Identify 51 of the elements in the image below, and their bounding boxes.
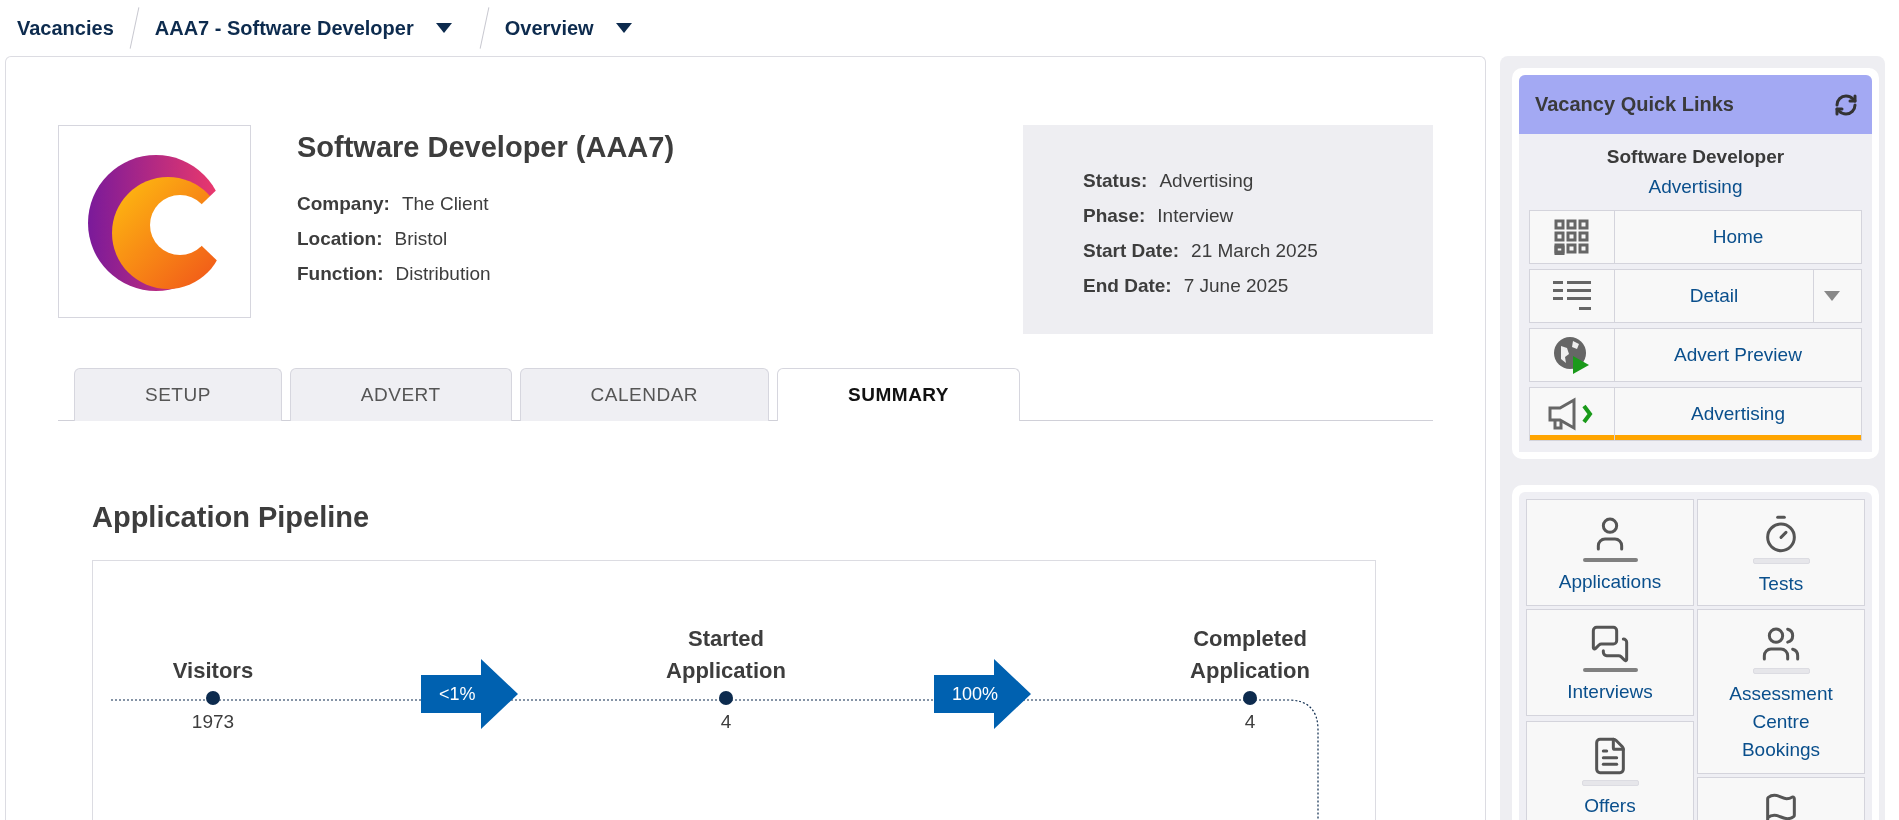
- quick-link[interactable]: Advert Preview: [1615, 329, 1861, 381]
- conversion-rate: 100%: [951, 683, 999, 705]
- module-tile[interactable]: Applications: [1526, 499, 1694, 606]
- module-tile[interactable]: Assessment Centre Bookings: [1697, 609, 1865, 774]
- section-title: Application Pipeline: [92, 501, 371, 534]
- breadcrumb-link[interactable]: Vacancies: [17, 16, 114, 40]
- quick-link[interactable]: Home: [1615, 211, 1861, 263]
- vacancy-status: Advertising: [1647, 176, 1744, 198]
- stage-label: Started Application: [665, 625, 787, 685]
- stage-count: 4: [720, 711, 732, 733]
- tab[interactable]: SETUP: [74, 368, 282, 421]
- vacancy-title: Software Developer (AAA7): [297, 131, 676, 164]
- quick-link[interactable]: Advertising: [1615, 388, 1861, 440]
- status-value: Interview: [1157, 204, 1234, 228]
- status-label: Start Date:: [1083, 239, 1180, 263]
- stage-label: Visitors: [171, 657, 255, 685]
- breadcrumb-link[interactable]: AAA7 - Software Developer: [154, 16, 464, 40]
- status-value: 21 March 2025: [1191, 239, 1318, 263]
- grid-icon: [1554, 219, 1590, 255]
- conversion-rate: <1%: [438, 683, 476, 705]
- module-tile[interactable]: Interviews: [1526, 609, 1694, 716]
- refresh-icon[interactable]: [1834, 92, 1858, 117]
- tab[interactable]: CALENDAR: [519, 368, 770, 421]
- detail-label: Location:: [297, 227, 383, 251]
- quick-link[interactable]: Detail: [1615, 270, 1813, 322]
- detail-value: The Client: [401, 192, 489, 216]
- module-tile[interactable]: Tests: [1697, 499, 1865, 606]
- detail-value: Distribution: [395, 262, 491, 286]
- detail-label: Function:: [297, 262, 384, 286]
- breadcrumb-link[interactable]: Overview: [504, 16, 644, 40]
- globe-play-icon: [1553, 336, 1591, 374]
- status-label: Phase:: [1083, 204, 1146, 228]
- tab[interactable]: SUMMARY: [777, 368, 1021, 421]
- stage-label: Completed Application: [1189, 625, 1311, 685]
- vacancy-name: Software Developer: [1605, 146, 1786, 168]
- status-label: End Date:: [1083, 274, 1172, 298]
- stage-count: 1973: [191, 711, 235, 733]
- tab[interactable]: ADVERT: [289, 368, 512, 421]
- module-tile[interactable]: Offers: [1526, 721, 1694, 820]
- stage-dot: [719, 691, 733, 705]
- detail-value: Bristol: [394, 227, 448, 251]
- status-label: Status:: [1083, 169, 1148, 193]
- quick-links-title: Vacancy Quick Links: [1535, 93, 1734, 116]
- stage-dot: [206, 691, 220, 705]
- status-value: Advertising: [1159, 169, 1254, 193]
- list-icon: [1553, 279, 1591, 313]
- stage-count: 4: [1244, 711, 1256, 733]
- stage-dot: [1243, 691, 1257, 705]
- status-value: 7 June 2025: [1183, 274, 1289, 298]
- speech-bubbles-icon: [1590, 624, 1630, 664]
- detail-label: Company:: [297, 192, 390, 216]
